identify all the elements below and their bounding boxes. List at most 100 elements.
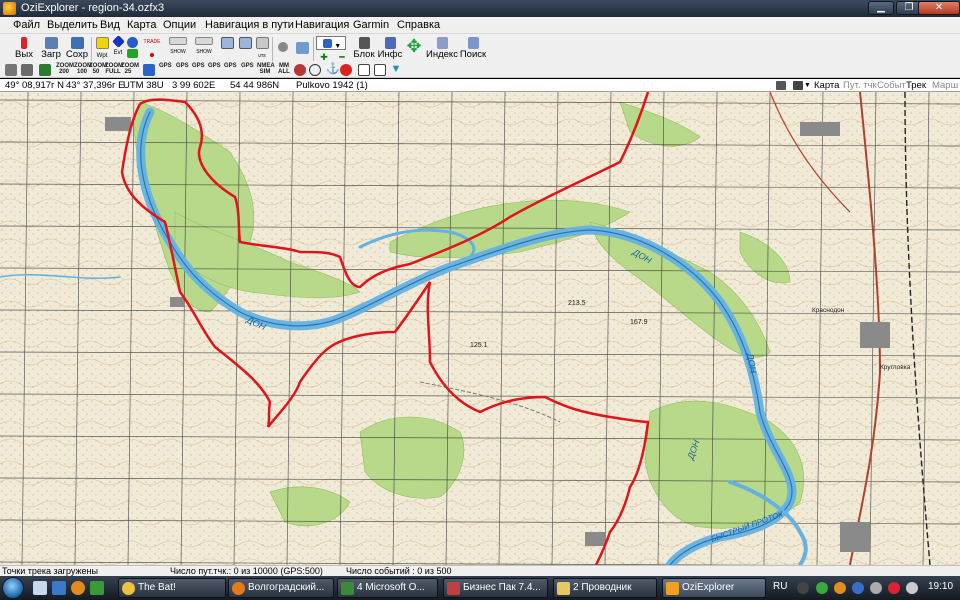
task-explorer[interactable]: 2 Проводник (553, 578, 657, 598)
zoom-out-button[interactable]: ━ (336, 53, 348, 62)
gps-button-5[interactable]: GPS (224, 63, 237, 77)
event-button[interactable]: Evt (111, 35, 125, 61)
network-icon[interactable] (870, 582, 882, 594)
task-oziexplorer[interactable]: OziExplorer (662, 578, 766, 598)
maps-button[interactable] (294, 36, 310, 61)
uts-button[interactable]: ᴜᴛs (255, 36, 269, 61)
alarm-button[interactable] (340, 63, 352, 77)
task-volgograd[interactable]: Волгоградский... (228, 578, 334, 598)
waypoint-button[interactable]: Wpt (94, 36, 110, 61)
tray-icon-6[interactable] (888, 582, 900, 594)
task-business-pack[interactable]: Бизнес Пак 7.4... (443, 578, 548, 598)
tab-map[interactable]: Карта (814, 79, 839, 92)
menu-garmin[interactable]: Garmin (350, 18, 392, 33)
chevron-down-icon[interactable]: ▼ (804, 79, 811, 92)
tray-icon-2[interactable] (816, 582, 828, 594)
find-map-button[interactable] (276, 36, 290, 61)
close-button[interactable]: ✕ (918, 1, 960, 15)
chart-button[interactable] (358, 63, 370, 77)
zoom-50-button[interactable]: ZOOM 50 (89, 63, 107, 77)
menu-moving-navigation[interactable]: Навигация в пути (202, 18, 297, 33)
zoom-full-button[interactable]: ZOOM FULL (105, 63, 123, 77)
volume-icon[interactable] (906, 582, 918, 594)
quicklaunch-icon[interactable] (90, 581, 104, 595)
tray-icon-4[interactable] (852, 582, 864, 594)
uts-icon (255, 37, 269, 49)
waypoint-icon (95, 37, 109, 49)
target-button[interactable] (309, 63, 321, 77)
gps-button-2[interactable]: GPS (176, 63, 189, 77)
show-desktop-icon[interactable] (33, 581, 47, 595)
tab-waypoints[interactable]: Пут. тчк (843, 79, 877, 92)
index-button[interactable]: Индекс (426, 36, 458, 61)
gps-button-1[interactable]: GPS (159, 63, 172, 77)
track-edit-button[interactable] (143, 63, 155, 77)
menu-file[interactable]: Файл (10, 18, 43, 33)
info-button[interactable]: Инфс (376, 36, 404, 61)
anchor-button[interactable]: ⚓ (326, 63, 340, 77)
menu-view[interactable]: Вид (97, 18, 123, 33)
trade-button[interactable]: TRADE (141, 36, 163, 61)
language-indicator[interactable]: RU (773, 581, 787, 592)
exit-button[interactable]: Вых (12, 36, 36, 61)
zoom-200-button[interactable]: ZOOM 200 (56, 63, 74, 77)
graph-button[interactable] (374, 63, 386, 77)
gps-button-4[interactable]: GPS (208, 63, 221, 77)
exit-icon (21, 37, 27, 49)
zoom-select[interactable]: ▼ (316, 36, 346, 50)
menu-map[interactable]: Карта (124, 18, 159, 33)
waypoint-count: Число пут.тчк.: 0 из 10000 (GPS:500) (170, 566, 323, 576)
zoom-25-button[interactable]: ZOOM 25 (121, 63, 139, 77)
green-square-icon (126, 49, 138, 58)
minimize-button[interactable]: ▁ (868, 1, 894, 15)
print-icon[interactable] (776, 81, 786, 90)
search-icon (467, 37, 479, 49)
menu-options[interactable]: Опции (160, 18, 199, 33)
tray-icon-3[interactable] (834, 582, 846, 594)
funnel-icon: ▼ (390, 63, 402, 75)
tab-track[interactable]: Трек (906, 79, 926, 92)
load-button[interactable]: Загр (38, 36, 64, 61)
map-props-button[interactable] (38, 63, 52, 77)
block-button[interactable]: Блок (352, 36, 376, 61)
zoom-100-button[interactable]: ZOOM 100 (74, 63, 92, 77)
grid-button[interactable] (20, 63, 34, 77)
switch-windows-icon[interactable] (52, 581, 66, 595)
menu-help[interactable]: Справка (394, 18, 443, 33)
mm-all-button[interactable]: MM ALL (278, 63, 290, 77)
track-button[interactable] (126, 36, 138, 61)
tray-icon-1[interactable] (797, 582, 809, 594)
longitude: 43° 37,396г E (66, 80, 125, 91)
tab-events[interactable]: Событ (877, 79, 906, 92)
nmea-sim-button[interactable]: NMEA SIM (257, 63, 275, 77)
filter-button[interactable]: ▼ (390, 63, 402, 77)
task-office-label: 4 Microsoft O... (357, 582, 425, 593)
menu-navigation[interactable]: Навигация (292, 18, 352, 33)
gps-button-3[interactable]: GPS (192, 63, 205, 77)
firefox-icon[interactable] (71, 581, 85, 595)
list-button[interactable] (219, 36, 235, 61)
start-button[interactable] (2, 577, 24, 599)
list2-button[interactable] (237, 36, 253, 61)
save-map-icon[interactable] (793, 81, 803, 90)
save-button[interactable]: Сохр (65, 36, 89, 61)
ruler-button[interactable] (4, 63, 18, 77)
list2-icon (238, 37, 252, 49)
menu-select[interactable]: Выделить (44, 18, 101, 33)
show-button[interactable]: SHOW (167, 36, 189, 61)
moving-map-button[interactable] (293, 63, 307, 77)
zoom-in-button[interactable]: ✚ (318, 53, 330, 62)
show2-button[interactable]: SHOW (193, 36, 215, 61)
oziexplorer-icon (666, 582, 679, 595)
search-button[interactable]: Поиск (458, 36, 488, 61)
taskbar: The Bat! Волгоградский... 4 Microsoft O.… (0, 576, 960, 600)
clock[interactable]: 19:10 (928, 581, 953, 592)
northing: 54 44 986N (230, 80, 280, 91)
task-thebat[interactable]: The Bat! (118, 578, 226, 598)
graph-icon (374, 64, 386, 76)
task-microsoft-office[interactable]: 4 Microsoft O... (337, 578, 438, 598)
gps-button-6[interactable]: GPS (241, 63, 254, 77)
move-button[interactable]: ✥ (404, 36, 424, 61)
map-viewport[interactable]: ДОН ДОН ДОН ДОН БЫСТРЫЙ ПРОТОК 213.5 167… (0, 92, 960, 565)
tab-routes[interactable]: Марш (932, 79, 958, 92)
